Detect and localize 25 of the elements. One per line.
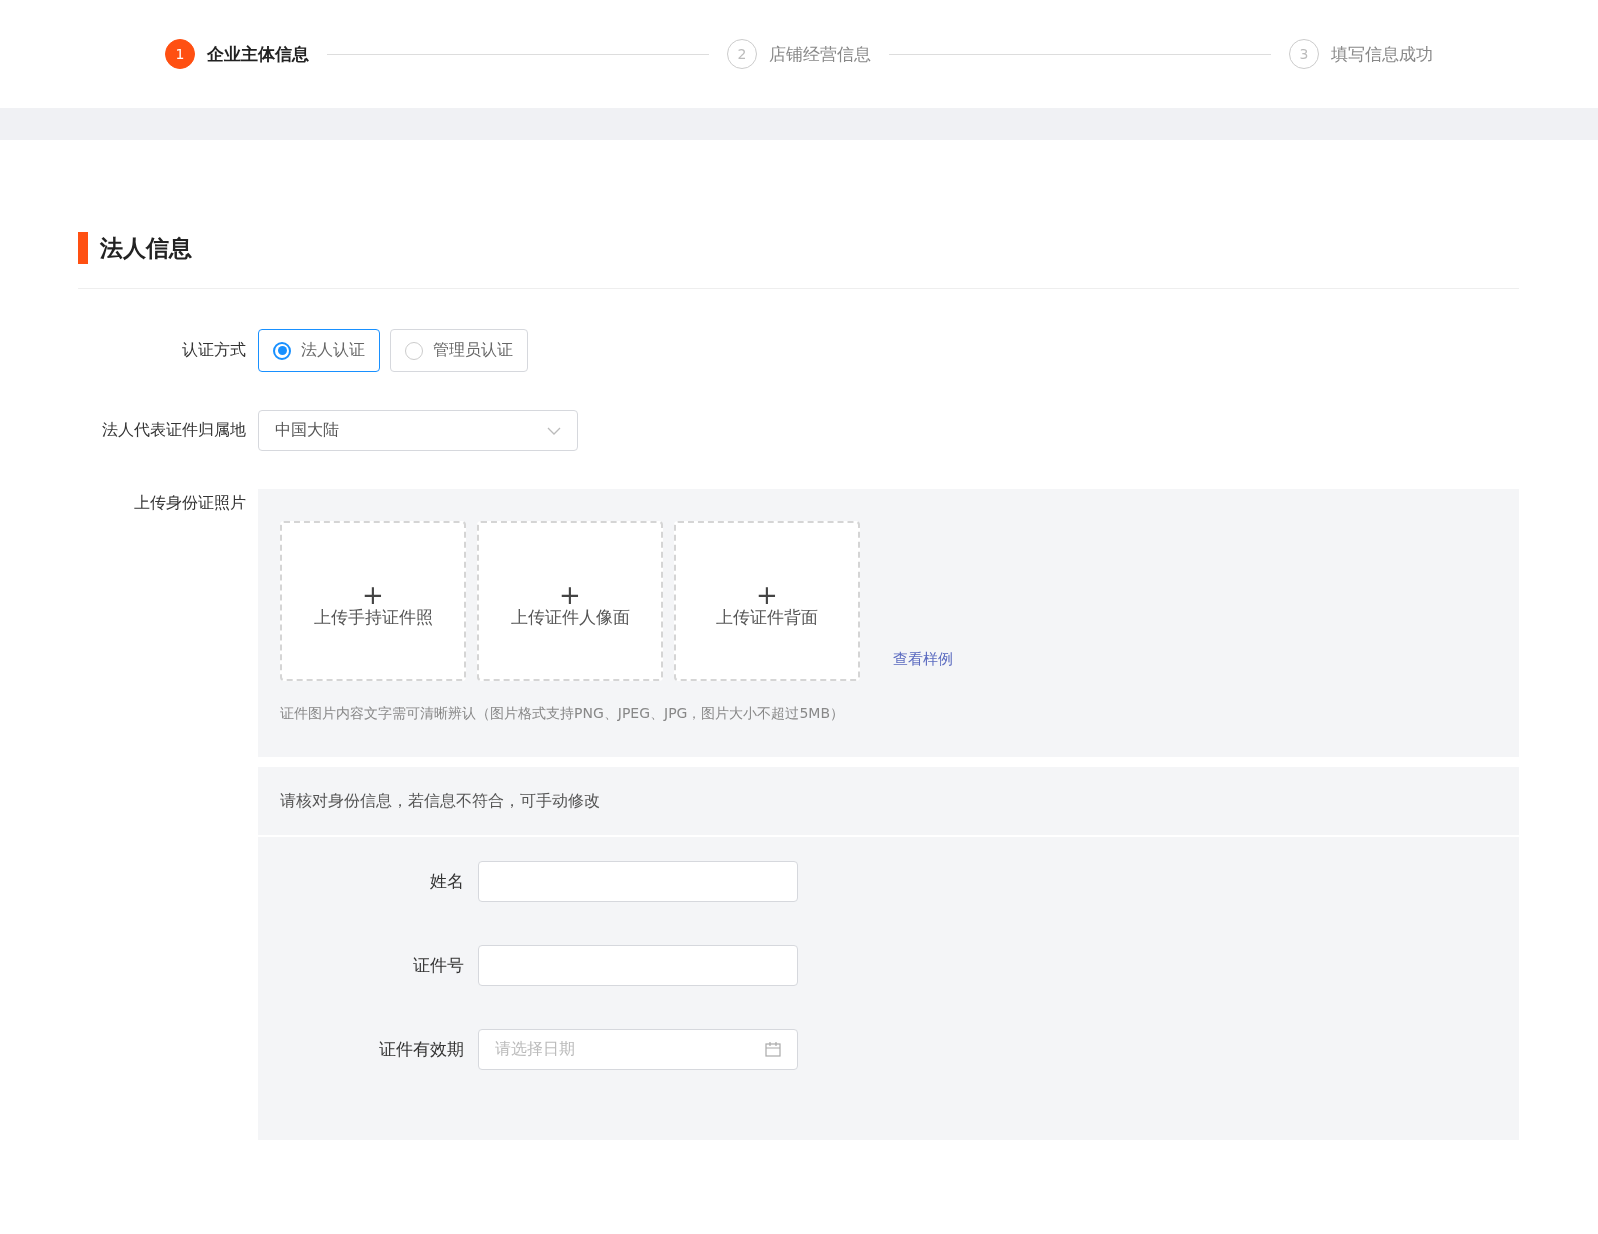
calendar-icon bbox=[765, 1042, 781, 1057]
field-label: 法人代表证件归属地 bbox=[101, 420, 247, 441]
radio-option[interactable]: 管理员认证 bbox=[390, 329, 528, 372]
step-label: 企业主体信息 bbox=[207, 42, 309, 66]
radio-option[interactable]: 法人认证 bbox=[258, 329, 380, 372]
chevron-down-icon bbox=[547, 426, 561, 435]
field-label: 证件号 bbox=[412, 954, 465, 977]
sample-link[interactable]: 查看样例 bbox=[893, 650, 953, 669]
step-label: 店铺经营信息 bbox=[769, 42, 871, 66]
text-field[interactable] bbox=[478, 861, 798, 902]
field-label: 证件有效期 bbox=[378, 1038, 465, 1061]
upload-hint: 证件图片内容文字需可清晰辨认（图片格式支持PNG、JPEG、JPG，图片大小不超过5MB） bbox=[280, 705, 846, 723]
upload-slot[interactable]: + 上传手持证件照 bbox=[280, 521, 466, 681]
region-select[interactable]: 中国大陆 bbox=[258, 410, 578, 451]
step-label: 填写信息成功 bbox=[1331, 42, 1433, 66]
step-number: 1 bbox=[165, 39, 195, 69]
text-field[interactable] bbox=[478, 945, 798, 986]
field-label: 认证方式 bbox=[181, 340, 247, 361]
field-label: 上传身份证照片 bbox=[133, 492, 247, 514]
notice-bar: 请核对身份信息，若信息不符合，可手动修改 bbox=[258, 767, 1519, 835]
section-title: 法人信息 bbox=[100, 233, 192, 263]
field-label: 姓名 bbox=[429, 870, 465, 893]
upload-slot[interactable]: + 上传证件背面 bbox=[674, 521, 860, 681]
section-marker bbox=[78, 232, 88, 264]
upload-slot[interactable]: + 上传证件人像面 bbox=[477, 521, 663, 681]
